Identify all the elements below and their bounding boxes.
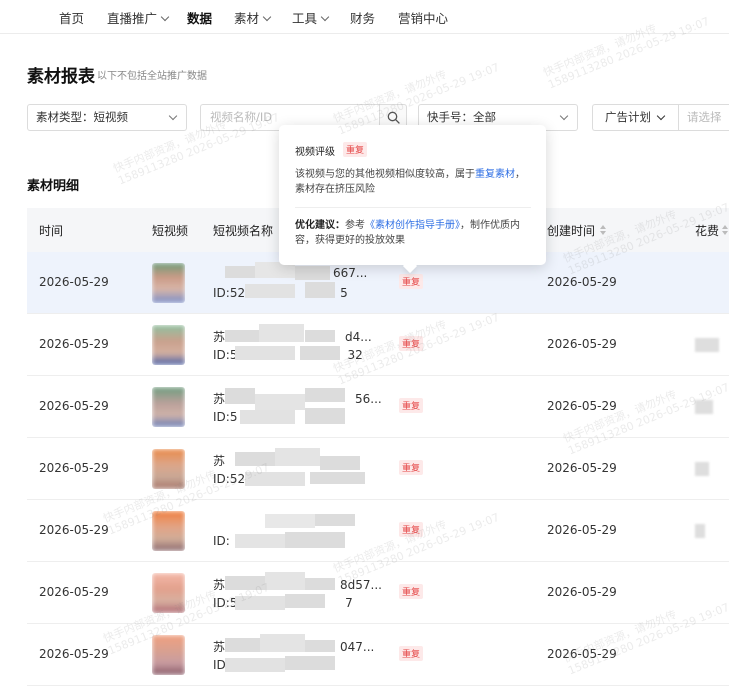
- nav-item-tools[interactable]: 工具: [292, 8, 330, 27]
- row-created-time: 2026-05-29: [547, 647, 617, 661]
- chevron-down-icon: [656, 111, 666, 121]
- nav-item-live-promotion[interactable]: 直播推广: [107, 8, 170, 27]
- row-time: 2026-05-29: [39, 523, 109, 537]
- duplicate-tag[interactable]: 重复: [399, 398, 424, 413]
- row-created-time: 2026-05-29: [547, 585, 617, 599]
- page-subtitle: 以下不包括全站推广数据: [97, 71, 207, 82]
- duplicate-material-link[interactable]: 重复素材: [475, 169, 515, 180]
- column-header-video: 短视频: [152, 224, 189, 238]
- pixel-mask: [225, 262, 375, 304]
- ad-plan-input[interactable]: 请选择: [678, 104, 729, 131]
- pixel-mask: [225, 386, 375, 428]
- duplicate-tag[interactable]: 重复: [399, 646, 424, 661]
- sort-icon[interactable]: [599, 225, 607, 235]
- video-thumbnail[interactable]: [152, 263, 185, 303]
- tooltip-title: 视频评级: [295, 147, 335, 158]
- tooltip-description: 该视频与您的其他视频相似度较高，属于重复素材，素材存在挤压风险: [295, 169, 525, 195]
- row-created-time: 2026-05-29: [547, 523, 617, 537]
- tooltip-divider: [295, 207, 531, 208]
- row-time: 2026-05-29: [39, 337, 109, 351]
- duplicate-tag[interactable]: 重复: [399, 336, 424, 351]
- cost-value-masked: [695, 462, 709, 476]
- table-row[interactable]: 2026-05-29 苏047... ID:5 重复 2026-05-29: [27, 624, 729, 686]
- row-created-time: 2026-05-29: [547, 461, 617, 475]
- duplicate-tag[interactable]: 重复: [399, 274, 424, 289]
- row-created-time: 2026-05-29: [547, 275, 617, 289]
- video-thumbnail[interactable]: [152, 449, 185, 489]
- section-title: 素材明细: [27, 179, 80, 194]
- table-row[interactable]: 2026-05-29 苏 ID:523 重复 2026-05-29: [27, 438, 729, 500]
- search-icon: [387, 111, 400, 124]
- chevron-down-icon: [559, 111, 569, 121]
- column-header-cost: 花费: [695, 224, 720, 238]
- row-time: 2026-05-29: [39, 461, 109, 475]
- duplicate-tag[interactable]: 重复: [399, 460, 424, 475]
- tooltip-duplicate-tag: 重复: [343, 142, 368, 157]
- row-time: 2026-05-29: [39, 647, 109, 661]
- nav-item-material[interactable]: 素材: [234, 8, 272, 27]
- pixel-mask: [225, 634, 375, 676]
- creation-guide-link[interactable]: 《素材创作指导手册》: [365, 220, 460, 231]
- chevron-down-icon: [320, 12, 330, 22]
- chevron-down-icon: [168, 111, 178, 121]
- table-row[interactable]: 2026-05-29 ID: 重复 2026-05-29: [27, 500, 729, 562]
- video-thumbnail[interactable]: [152, 325, 185, 365]
- top-nav: 首页 直播推广 数据 素材 工具 财务 营销中心: [0, 0, 729, 34]
- row-created-time: 2026-05-29: [547, 337, 617, 351]
- nav-item-finance[interactable]: 财务: [350, 8, 375, 27]
- cost-value-masked: [695, 400, 713, 414]
- material-type-select[interactable]: 素材类型：短视频: [27, 104, 187, 131]
- table-row[interactable]: 2026-05-29 苏 56... ID:5 重复 2026-05-29: [27, 376, 729, 438]
- nav-item-marketing-center[interactable]: 营销中心: [398, 8, 448, 27]
- video-name[interactable]: 苏: [213, 452, 225, 469]
- chevron-down-icon: [160, 12, 170, 22]
- row-time: 2026-05-29: [39, 585, 109, 599]
- video-thumbnail[interactable]: [152, 635, 185, 675]
- tooltip-advice: 优化建议：参考《素材创作指导手册》，制作优质内容，获得更好的投放效果: [295, 220, 520, 246]
- video-rating-tooltip: 视频评级 重复 该视频与您的其他视频相似度较高，属于重复素材，素材存在挤压风险 …: [279, 125, 546, 265]
- video-thumbnail[interactable]: [152, 511, 185, 551]
- video-thumbnail[interactable]: [152, 387, 185, 427]
- pixel-mask: [225, 324, 375, 366]
- page-title: 素材报表: [27, 67, 95, 87]
- pixel-mask: [225, 448, 375, 490]
- duplicate-tag[interactable]: 重复: [399, 522, 424, 537]
- pixel-mask: [225, 510, 375, 552]
- column-header-created: 创建时间: [547, 224, 596, 238]
- nav-item-home[interactable]: 首页: [59, 8, 84, 27]
- table-row[interactable]: 2026-05-29 苏 8d57... ID:52 7 重复 2026-05-29: [27, 562, 729, 624]
- video-thumbnail[interactable]: [152, 573, 185, 613]
- pixel-mask: [225, 572, 375, 614]
- sort-icon[interactable]: [721, 225, 729, 235]
- column-header-time: 时间: [39, 224, 64, 238]
- row-time: 2026-05-29: [39, 399, 109, 413]
- row-created-time: 2026-05-29: [547, 399, 617, 413]
- nav-item-data[interactable]: 数据: [187, 8, 212, 27]
- cost-value-masked: [695, 524, 705, 538]
- chevron-down-icon: [262, 12, 272, 22]
- ad-plan-select[interactable]: 广告计划: [592, 104, 678, 131]
- duplicate-tag[interactable]: 重复: [399, 584, 424, 599]
- table-row[interactable]: 2026-05-29 苏 d4... ID:5 32 重复 2026-05-29: [27, 314, 729, 376]
- cost-value-masked: [695, 338, 719, 352]
- row-time: 2026-05-29: [39, 275, 109, 289]
- column-header-video-name: 短视频名称: [213, 224, 274, 238]
